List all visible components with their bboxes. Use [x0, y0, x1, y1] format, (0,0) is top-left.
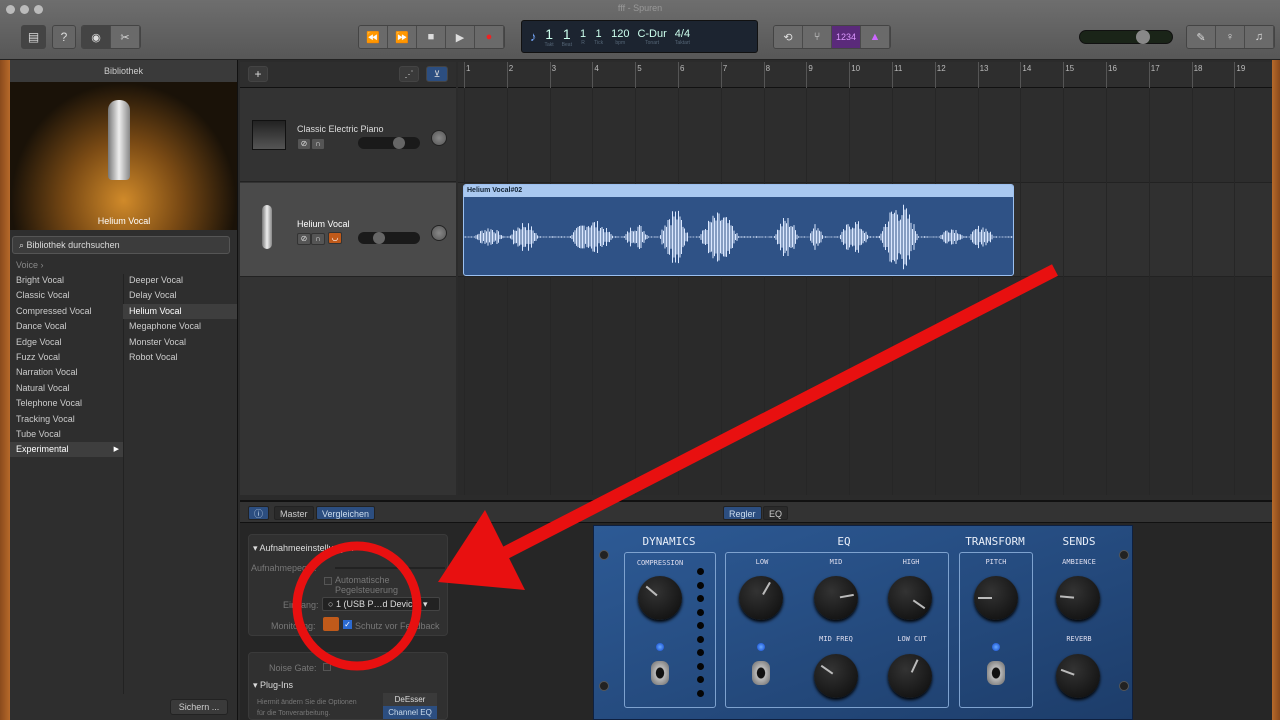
- library-item-robot-vocal[interactable]: Robot Vocal: [123, 350, 237, 365]
- library-item-classic-vocal[interactable]: Classic Vocal: [10, 288, 123, 303]
- library-item-fuzz-vocal[interactable]: Fuzz Vocal: [10, 350, 123, 365]
- library-item-bright-vocal[interactable]: Bright Vocal: [10, 273, 123, 288]
- library-item-monster-vocal[interactable]: Monster Vocal: [123, 335, 237, 350]
- library-item-edge-vocal[interactable]: Edge Vocal: [10, 335, 123, 350]
- library-item-compressed-vocal[interactable]: Compressed Vocal: [10, 304, 123, 319]
- annotation-arrow-shaft: [502, 264, 1058, 559]
- annotation-circle: [292, 541, 422, 671]
- library-item-tracking-vocal[interactable]: Tracking Vocal: [10, 412, 123, 427]
- library-item-experimental[interactable]: Experimental ▶: [10, 442, 123, 458]
- library-item-tube-vocal[interactable]: Tube Vocal: [10, 427, 123, 442]
- library-item-dance-vocal[interactable]: Dance Vocal: [10, 319, 123, 334]
- library-item-megaphone-vocal[interactable]: Megaphone Vocal: [123, 319, 237, 334]
- chevron-right-icon: ▶: [113, 446, 119, 454]
- library-item-helium-vocal[interactable]: Helium Vocal: [123, 303, 237, 319]
- library-item-narration-vocal[interactable]: Narration Vocal: [10, 365, 123, 380]
- library-item-telephone-vocal[interactable]: Telephone Vocal: [10, 396, 123, 411]
- library-item-natural-vocal[interactable]: Natural Vocal: [10, 381, 123, 396]
- library-item-deeper-vocal[interactable]: Deeper Vocal: [123, 273, 237, 288]
- library-item-delay-vocal[interactable]: Delay Vocal: [123, 288, 237, 303]
